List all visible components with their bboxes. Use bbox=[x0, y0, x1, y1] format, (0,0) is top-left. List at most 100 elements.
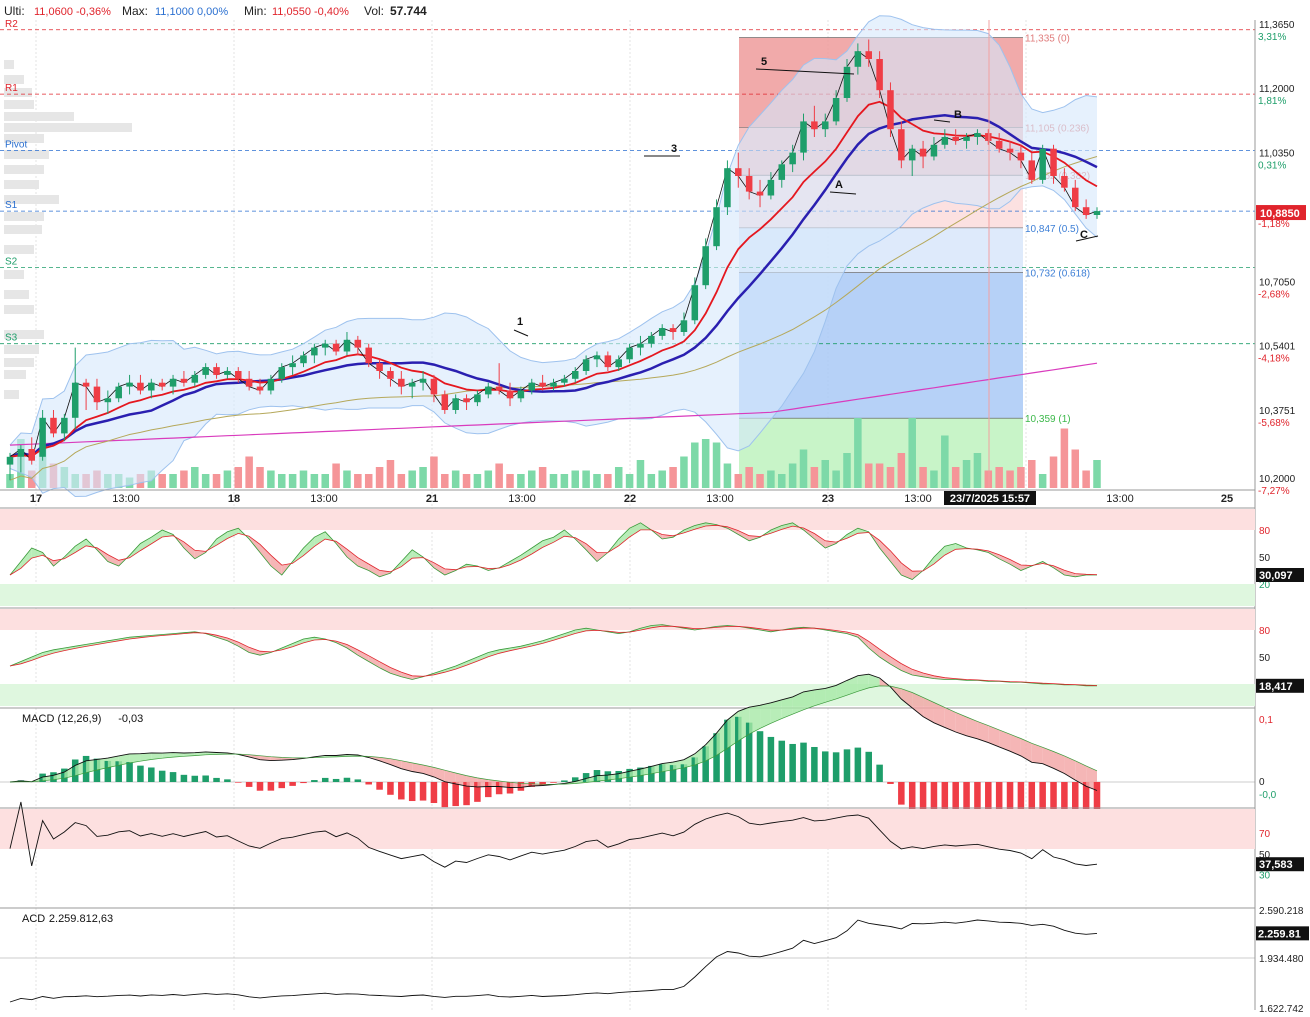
volume-bar bbox=[680, 457, 688, 489]
price-tick-label: 10,3751 bbox=[1259, 406, 1296, 417]
macd-histogram-bar bbox=[855, 748, 862, 782]
volume-bar bbox=[615, 467, 623, 488]
price-tick-label: 10,7050 bbox=[1259, 277, 1296, 288]
volume-bar bbox=[1061, 429, 1069, 489]
macd-histogram-bar bbox=[376, 782, 383, 790]
macd-fill bbox=[771, 700, 782, 723]
candle-body bbox=[887, 90, 894, 129]
volume-bar bbox=[300, 471, 308, 489]
volume-bar bbox=[441, 474, 449, 488]
percent-tick-label: 1,81% bbox=[1258, 96, 1286, 107]
percent-tick-label: -1,18% bbox=[1258, 219, 1290, 230]
volume-bar bbox=[158, 474, 166, 488]
macd-fill bbox=[782, 697, 793, 719]
panel-tick-label: 50 bbox=[1259, 553, 1271, 564]
macd-histogram-bar bbox=[311, 780, 318, 782]
panel-value-badge-text: 37,583 bbox=[1259, 859, 1293, 871]
time-tick-label: 13:00 bbox=[904, 493, 932, 505]
volume-bar bbox=[908, 418, 916, 488]
time-tick-label: 13:00 bbox=[112, 493, 140, 505]
candle-body bbox=[974, 133, 981, 137]
macd-histogram-bar bbox=[126, 762, 133, 782]
macd-histogram-bar bbox=[844, 749, 851, 782]
panel-value: -0,03 bbox=[118, 713, 143, 725]
candle-body bbox=[72, 383, 79, 418]
volume-bar bbox=[626, 474, 634, 488]
stochastic-fill bbox=[369, 564, 380, 577]
candle-body bbox=[1050, 149, 1057, 176]
panel-value-badge-text: 18,417 bbox=[1259, 681, 1293, 693]
volume-bar bbox=[1006, 471, 1014, 489]
macd-histogram-bar bbox=[365, 782, 372, 784]
volume-bar bbox=[800, 450, 808, 489]
volume-bar bbox=[724, 464, 732, 489]
macd-histogram-bar bbox=[865, 752, 872, 782]
macd-histogram-bar bbox=[137, 766, 144, 782]
volume-bar bbox=[789, 464, 797, 489]
volume-profile-bar bbox=[4, 112, 74, 121]
candle-body bbox=[18, 449, 25, 457]
fibonacci-level-label: 10,847 (0.5) bbox=[1025, 224, 1079, 235]
volume-bar bbox=[474, 474, 482, 488]
candle-body bbox=[365, 348, 372, 364]
candle-body bbox=[550, 383, 557, 387]
volume-bar bbox=[691, 443, 699, 489]
volume-bar bbox=[941, 436, 949, 489]
fibonacci-level-label: 11,335 (0) bbox=[1025, 34, 1070, 45]
macd-histogram-bar bbox=[246, 782, 253, 787]
candle-body bbox=[855, 51, 862, 67]
candle-body bbox=[942, 137, 949, 145]
candle-body bbox=[420, 379, 427, 383]
candle-body bbox=[539, 383, 546, 387]
candle-body bbox=[615, 359, 622, 367]
time-tick-label: 21 bbox=[426, 493, 438, 505]
stochastic-k-line bbox=[10, 523, 1097, 580]
macd-fill bbox=[749, 705, 760, 734]
macd-histogram-bar bbox=[192, 776, 199, 782]
time-tick-label: 13:00 bbox=[1106, 493, 1134, 505]
macd-histogram-bar bbox=[289, 782, 296, 786]
candle-body bbox=[692, 285, 699, 320]
stochastic-fill bbox=[151, 530, 162, 544]
candle-body bbox=[670, 328, 677, 332]
macd-histogram-bar bbox=[431, 782, 438, 803]
panel-tick-label: 0,1 bbox=[1259, 715, 1273, 726]
cursor-time-label: 23/7/2025 15:57 bbox=[950, 493, 1030, 505]
candle-body bbox=[583, 359, 590, 371]
volume-bar bbox=[735, 474, 743, 488]
candle-body bbox=[1094, 211, 1101, 215]
fibonacci-level-label: 10,359 (1) bbox=[1025, 414, 1071, 425]
volume-bar bbox=[224, 471, 232, 489]
wave-label: A bbox=[835, 179, 843, 191]
volume-bar bbox=[756, 474, 764, 488]
stochastic-fill bbox=[314, 532, 325, 547]
panel-tick-label: 30 bbox=[1259, 870, 1271, 881]
candle-body bbox=[1018, 153, 1025, 161]
candle-body bbox=[322, 344, 329, 348]
candle-body bbox=[865, 51, 872, 59]
pivot-label: S1 bbox=[5, 200, 18, 211]
candle-body bbox=[289, 363, 296, 367]
volume-bar bbox=[767, 471, 775, 489]
candle-body bbox=[648, 336, 655, 344]
candle-body bbox=[355, 340, 362, 348]
candle-body bbox=[713, 207, 720, 246]
overbought-zone bbox=[0, 609, 1255, 630]
percent-tick-label: 3,31% bbox=[1258, 32, 1286, 43]
time-tick-label: 18 bbox=[228, 493, 240, 505]
candle-body bbox=[507, 391, 514, 399]
volume-bar bbox=[365, 474, 373, 488]
candle-body bbox=[181, 379, 188, 383]
macd-fill bbox=[1054, 752, 1065, 774]
stochastic-fill bbox=[260, 544, 271, 566]
macd-histogram-bar bbox=[278, 782, 285, 788]
max-label: Max: bbox=[122, 4, 148, 18]
candle-body bbox=[94, 387, 101, 403]
candle-body bbox=[702, 246, 709, 285]
candle-body bbox=[344, 340, 351, 352]
macd-fill bbox=[967, 717, 978, 739]
stochastic-fill bbox=[880, 540, 891, 561]
trading-chart[interactable]: Ulti: 11,0600 -0,36% Max: 11,1000 0,00% … bbox=[0, 0, 1310, 1017]
percent-tick-label: -4,18% bbox=[1258, 354, 1290, 365]
candle-body bbox=[833, 98, 840, 121]
